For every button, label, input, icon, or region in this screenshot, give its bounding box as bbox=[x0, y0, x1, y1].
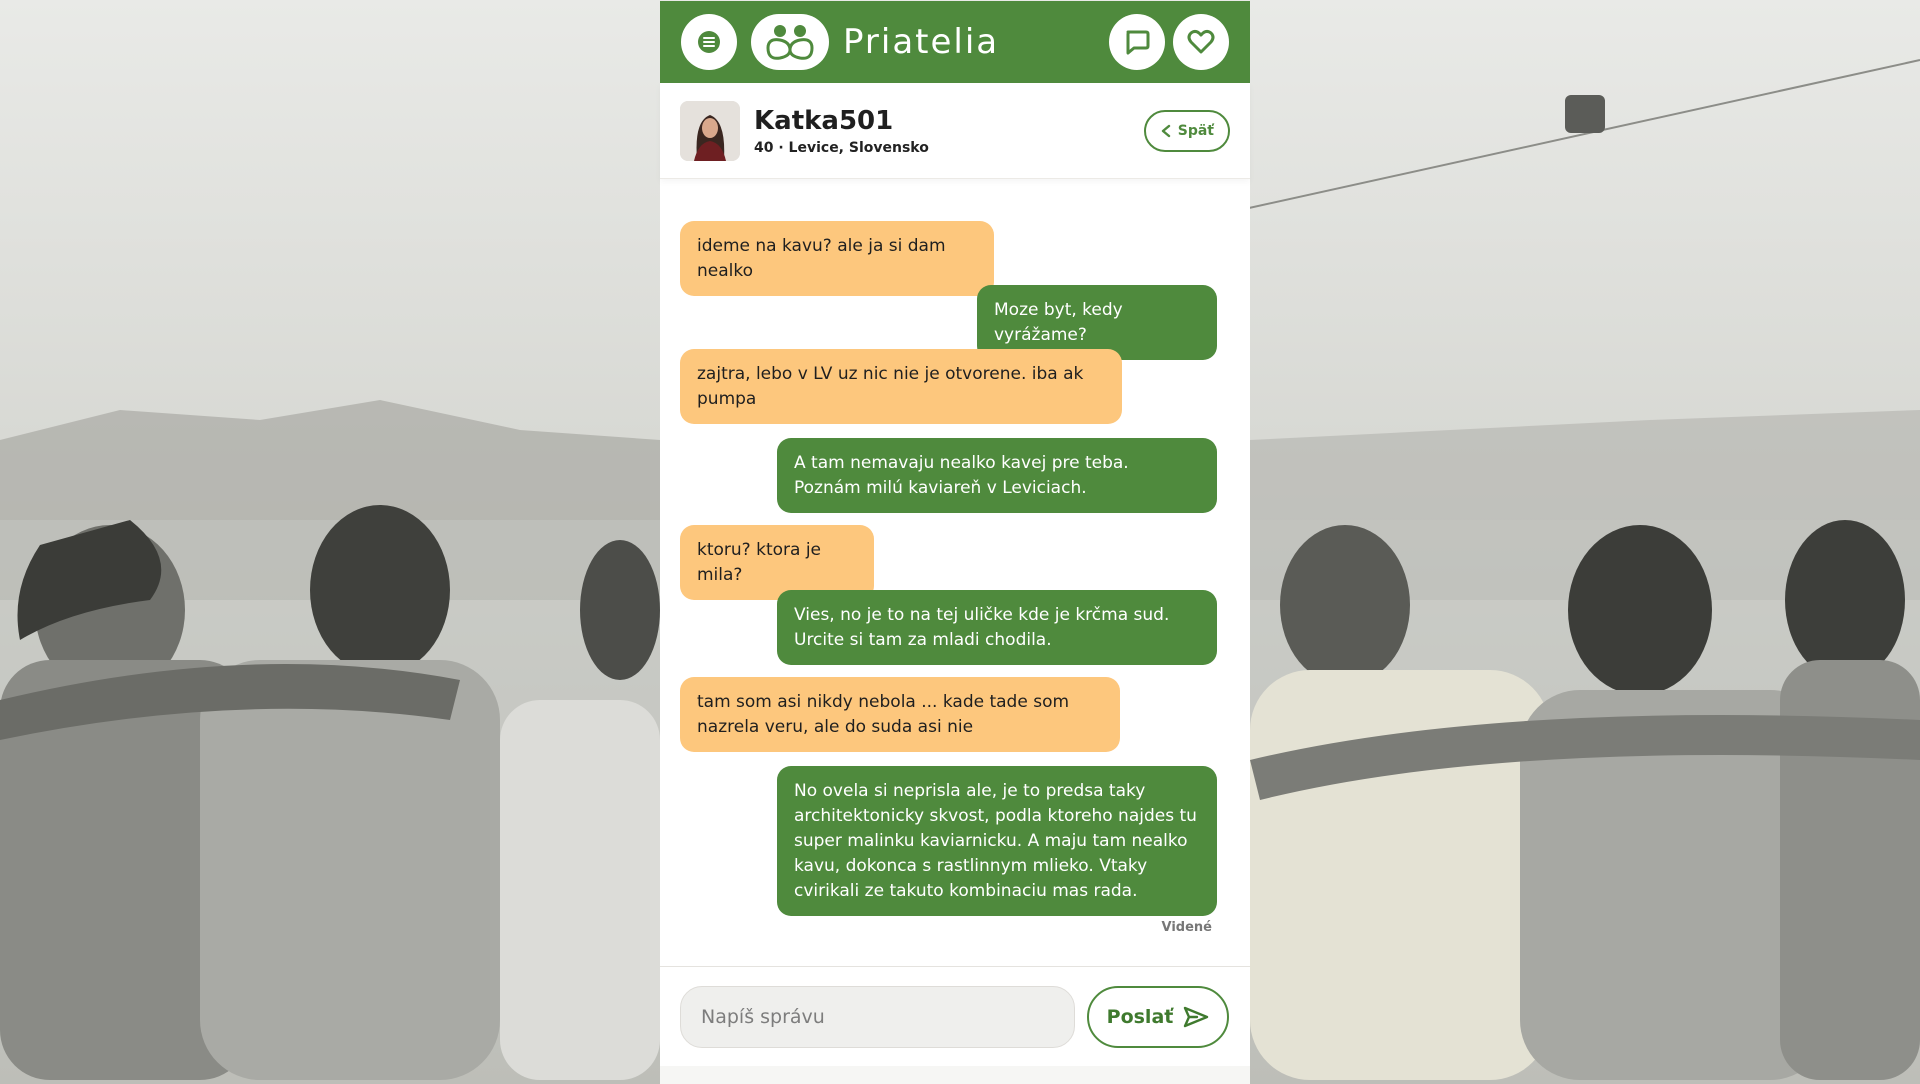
heart-icon bbox=[1187, 29, 1215, 54]
profile-details: 40 · Levice, Slovensko bbox=[754, 139, 929, 156]
chat-profile-header: Katka501 40 · Levice, Slovensko Späť bbox=[660, 83, 1250, 179]
menu-button[interactable] bbox=[681, 14, 737, 70]
back-button[interactable]: Späť bbox=[1143, 109, 1230, 152]
chat-app-panel: Priatelia Katka501 40 · Levice, Slovensk… bbox=[660, 1, 1250, 1084]
favorites-button[interactable] bbox=[1173, 14, 1229, 70]
message-outgoing: A tam nemavaju nealko kavej pre teba. Po… bbox=[777, 438, 1217, 513]
chevron-left-icon bbox=[1161, 124, 1170, 137]
brand-logo[interactable] bbox=[751, 14, 829, 70]
message-composer: Poslať bbox=[660, 966, 1250, 1066]
chat-bubble-icon bbox=[1126, 30, 1150, 55]
send-arrow-icon bbox=[1184, 1006, 1209, 1027]
message-input[interactable] bbox=[680, 985, 1075, 1048]
messages-button[interactable] bbox=[1109, 14, 1165, 70]
message-incoming: ktoru? ktora je mila? bbox=[680, 525, 874, 600]
profile-photo bbox=[680, 100, 740, 161]
bottom-strip bbox=[660, 1066, 1250, 1084]
send-label: Poslať bbox=[1106, 1005, 1174, 1028]
message-outgoing: No ovela si neprisla ale, je to predsa t… bbox=[777, 766, 1217, 916]
profile-name[interactable]: Katka501 bbox=[754, 106, 929, 136]
message-incoming: tam som asi nikdy nebola ... kade tade s… bbox=[680, 677, 1120, 752]
message-incoming: ideme na kavu? ale ja si dam nealko bbox=[680, 221, 994, 296]
brand-name: Priatelia bbox=[843, 22, 1000, 62]
friends-logo-icon bbox=[766, 25, 814, 60]
avatar[interactable] bbox=[680, 100, 740, 161]
top-nav-bar: Priatelia bbox=[660, 1, 1250, 83]
hamburger-menu-icon bbox=[698, 31, 720, 53]
message-list[interactable]: ideme na kavu? ale ja si dam nealko Moze… bbox=[660, 179, 1250, 966]
message-outgoing: Vies, no je to na tej uličke kde je krčm… bbox=[777, 590, 1217, 665]
send-button[interactable]: Poslať bbox=[1087, 985, 1229, 1048]
back-label: Späť bbox=[1177, 122, 1214, 139]
seen-status: Videné bbox=[1161, 920, 1212, 935]
message-incoming: zajtra, lebo v LV uz nic nie je otvorene… bbox=[680, 349, 1122, 424]
